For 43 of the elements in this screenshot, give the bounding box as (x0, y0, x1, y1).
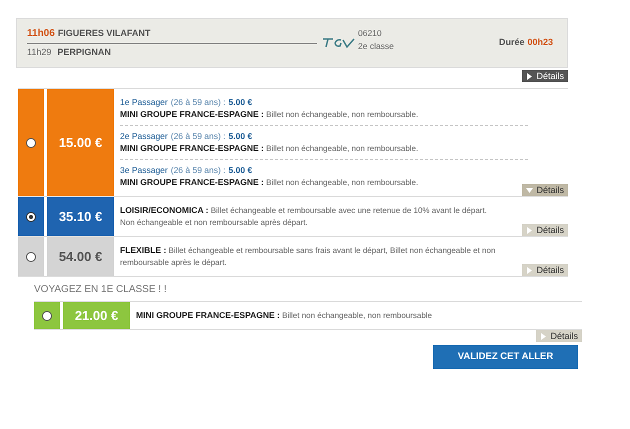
radio-button[interactable] (26, 138, 36, 148)
radio-button[interactable] (26, 252, 36, 262)
departure-station: FIGUERES VILAFANT (58, 27, 150, 40)
price-cell: 54.00 € (47, 237, 114, 276)
duration-value: 00h23 (527, 36, 553, 50)
fare-conditions: FLEXIBLE : Billet échangeable et remboursable sans frais avant le départ, Billet non échangeable et non remboursable après le départ. (120, 244, 496, 269)
passenger-label: 2e Passager (120, 130, 168, 142)
passenger-label: 1e Passager (120, 96, 168, 108)
fare-conditions: MINI GROUPE FRANCE-ESPAGNE : Billet non échangeable, non remboursable. (120, 142, 420, 155)
details-button[interactable]: Détails (522, 70, 568, 82)
price-cell: 15.00 € (47, 89, 114, 196)
passenger-age: (26 à 59 ans) : (170, 130, 226, 142)
fare-conditions: LOISIR/ECONOMICA : Billet échangeable et remboursable avec une retenue de 10% avant le départ. Non échangeable et non remboursable après départ. (120, 204, 488, 229)
details-button[interactable]: Détails (522, 184, 568, 196)
caret-down-icon (526, 186, 534, 194)
passenger-price: 5.00 € (228, 96, 252, 108)
passenger-age: (26 à 59 ans) : (170, 96, 226, 108)
validate-button[interactable]: VALIDEZ CET ALLER (433, 345, 578, 369)
passenger-price: 5.00 € (228, 130, 252, 142)
departure-time: 11h06 (27, 27, 55, 42)
details-button[interactable]: Détails (536, 330, 582, 342)
train-number: 06210 (358, 27, 383, 40)
details-button[interactable]: Détails (522, 224, 568, 236)
fare-conditions: MINI GROUPE FRANCE-ESPAGNE : Billet non échangeable, non remboursable. (120, 176, 420, 189)
train-logo-icon (321, 37, 355, 49)
price-cell: 21.00 € (63, 302, 130, 329)
radio-button[interactable] (26, 212, 36, 222)
fare-conditions: MINI GROUPE FRANCE-ESPAGNE : Billet non échangeable, non remboursable. (120, 108, 420, 121)
arrival-time: 11h29 (27, 46, 52, 60)
passenger-price: 5.00 € (228, 164, 252, 176)
caret-right-icon (540, 332, 548, 340)
fare-conditions: MINI GROUPE FRANCE-ESPAGNE : Billet non échangeable, non remboursable (136, 309, 434, 322)
details-button[interactable]: Détails (522, 264, 568, 276)
caret-right-icon (526, 72, 534, 80)
duration-label: Durée (498, 36, 524, 50)
price-cell: 35.10 € (47, 197, 114, 236)
caret-right-icon (526, 266, 534, 274)
travel-class: 2e classe (358, 40, 394, 53)
arrival-station: PERPIGNAN (57, 46, 111, 60)
radio-button[interactable] (42, 310, 52, 320)
passenger-label: 3e Passager (120, 164, 168, 176)
passenger-age: (26 à 59 ans) : (170, 164, 226, 176)
caret-right-icon (526, 226, 534, 234)
